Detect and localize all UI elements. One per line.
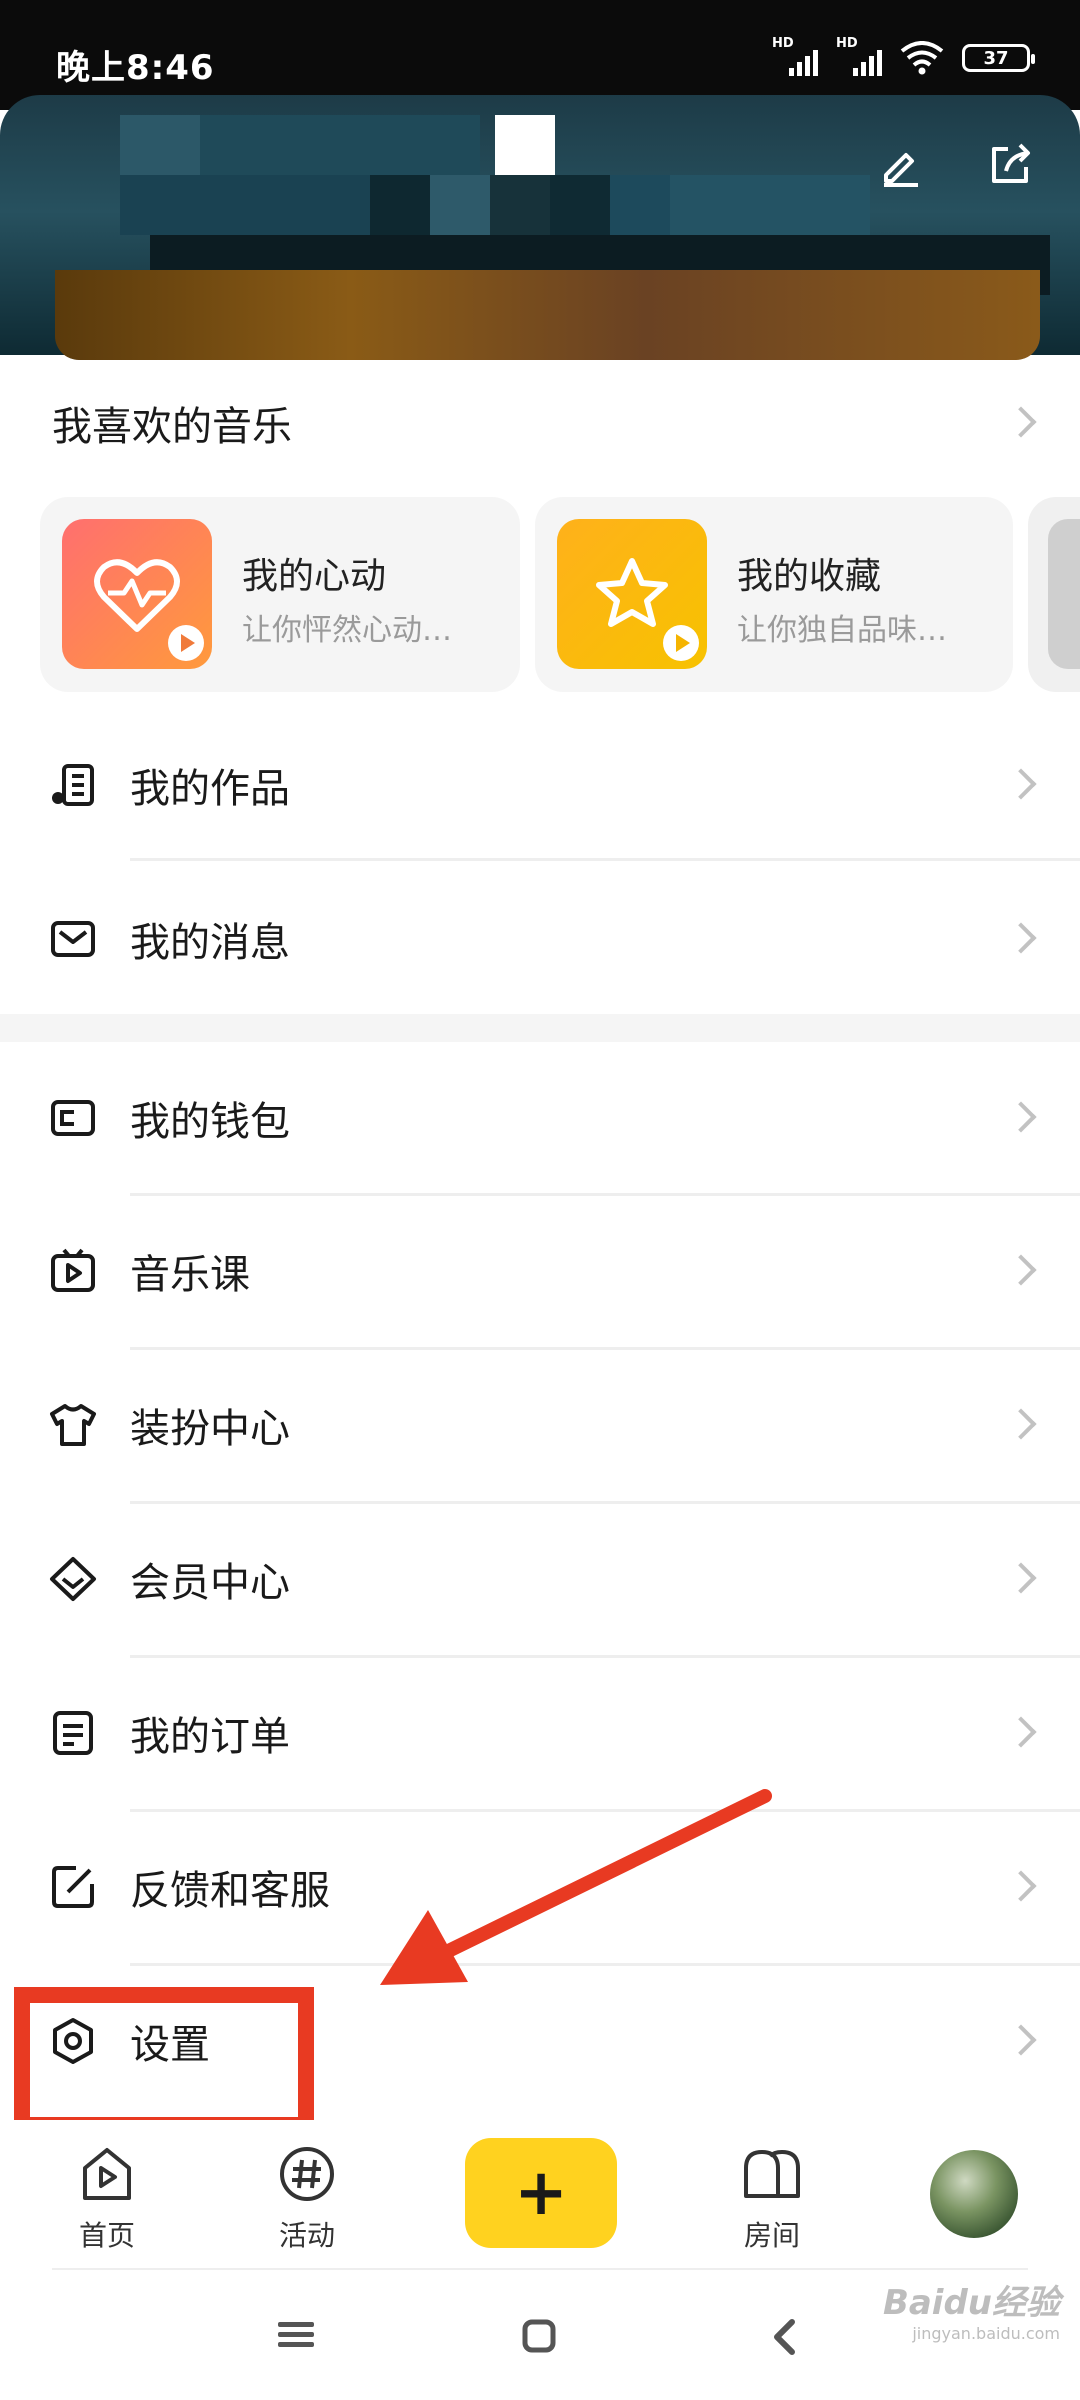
chevron-right-icon: [1005, 1254, 1037, 1286]
menu-works[interactable]: 我的作品: [0, 710, 1080, 860]
tile-favorites[interactable]: 我的收藏 让你独自品味…: [535, 497, 1013, 692]
avatar[interactable]: [930, 2150, 1018, 2238]
bottom-nav: 首页 活动 + 房间: [0, 2120, 1080, 2270]
favorite-music-title: 我喜欢的音乐: [52, 404, 292, 450]
chevron-right-icon: [1005, 2024, 1037, 2056]
status-time: 晚上8:46: [56, 48, 215, 88]
chevron-right-icon: [1005, 1408, 1037, 1440]
chevron-right-icon: [1005, 1101, 1037, 1133]
menu-music-class[interactable]: 音乐课: [0, 1196, 1080, 1346]
share-button[interactable]: [980, 135, 1040, 195]
menu-label: 我的作品: [130, 766, 290, 812]
mail-icon: [48, 914, 98, 964]
menu-label: 我的消息: [130, 920, 290, 966]
play-icon[interactable]: [663, 625, 699, 661]
menu-label: 我的订单: [130, 1714, 290, 1760]
annotation-arrow: [380, 1789, 772, 1985]
tile-subtitle: 让你独自品味…: [737, 613, 947, 648]
back-icon[interactable]: [772, 2319, 796, 2355]
tshirt-icon: [48, 1400, 98, 1450]
tile-title: 我的心动: [242, 556, 387, 597]
chevron-right-icon: [1005, 1870, 1037, 1902]
tile-title: 我的收藏: [737, 556, 882, 597]
status-bar: 晚上8:46 HD HD 37: [0, 0, 1080, 110]
battery-icon: 37: [962, 44, 1035, 72]
nav-home[interactable]: 首页: [47, 2144, 167, 2254]
nav-activity[interactable]: 活动: [247, 2144, 367, 2254]
wifi-icon: [900, 41, 944, 75]
nav-divider: [52, 2268, 1028, 2270]
section-separator: [0, 1014, 1080, 1042]
hashtag-icon: [280, 2147, 334, 2201]
menu-messages[interactable]: 我的消息: [0, 864, 1080, 1014]
home-icon: [83, 2148, 131, 2200]
share-icon: [992, 143, 1030, 183]
menu-dressup[interactable]: 装扮中心: [0, 1350, 1080, 1500]
wallet-icon: [48, 1093, 98, 1143]
chevron-right-icon: [1005, 922, 1037, 954]
rooms-icon: [744, 2150, 800, 2198]
diamond-icon: [48, 1554, 98, 1604]
banner-image: [55, 270, 1040, 360]
status-icons: HD HD 37: [772, 36, 1035, 78]
watermark: Baidu经验 jingyan.baidu.com: [882, 2283, 1060, 2343]
create-button[interactable]: +: [465, 2138, 617, 2248]
tile-heartbeat[interactable]: 我的心动 让你怦然心动…: [40, 497, 520, 692]
play-icon[interactable]: [168, 625, 204, 661]
menu-label: 我的钱包: [130, 1099, 290, 1145]
menu-label: 音乐课: [130, 1252, 250, 1298]
chevron-right-icon: [1005, 406, 1037, 438]
chevron-right-icon: [1005, 1716, 1037, 1748]
highlight-box: [14, 1987, 314, 2133]
menu-wallet[interactable]: 我的钱包: [0, 1043, 1080, 1193]
favorite-music-row[interactable]: 我喜欢的音乐: [0, 348, 1080, 498]
edit-square-icon: [48, 1862, 98, 1912]
menu-label: 会员中心: [130, 1560, 290, 1606]
document-icon: [48, 1708, 98, 1758]
edit-icon: [884, 153, 918, 187]
divider: [130, 858, 1080, 861]
nav-rooms[interactable]: 房间: [712, 2144, 832, 2254]
chevron-right-icon: [1005, 1562, 1037, 1594]
menu-icon[interactable]: [278, 2320, 314, 2350]
edit-button[interactable]: [870, 135, 930, 195]
music-note-list-icon: [48, 760, 98, 810]
video-play-icon: [48, 1246, 98, 1296]
menu-label: 反馈和客服: [130, 1868, 330, 1914]
signal-icon-2: HD: [836, 36, 882, 78]
tile-partial[interactable]: [1028, 497, 1080, 692]
menu-label: 装扮中心: [130, 1406, 290, 1452]
plus-icon: +: [514, 2156, 568, 2230]
chevron-right-icon: [1005, 768, 1037, 800]
menu-vip[interactable]: 会员中心: [0, 1504, 1080, 1654]
home-square-icon[interactable]: [522, 2319, 556, 2353]
signal-icon: HD: [772, 36, 818, 78]
tile-subtitle: 让你怦然心动…: [242, 613, 452, 648]
